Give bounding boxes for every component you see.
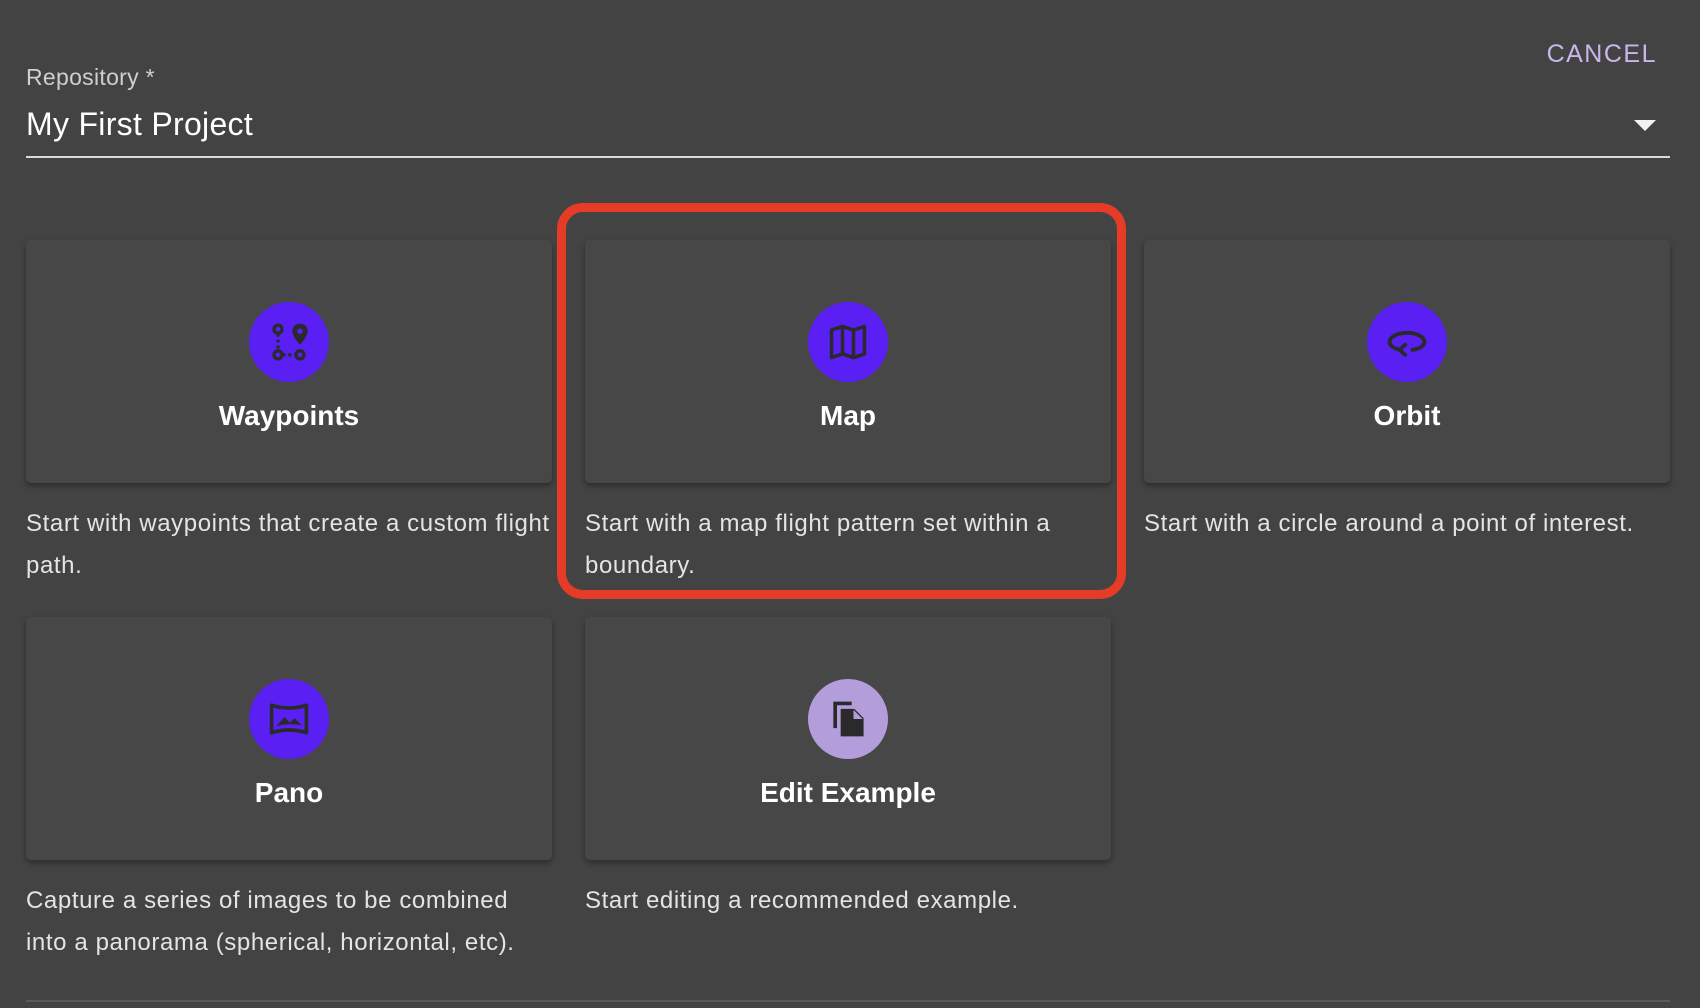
edit-example-card[interactable]: Edit Example (585, 617, 1111, 860)
bottom-divider (26, 1000, 1670, 1002)
map-title: Map (820, 400, 876, 431)
pano-card[interactable]: Pano (26, 617, 552, 860)
option-edit-example: Edit Example Start editing a recommended… (585, 617, 1111, 922)
waypoints-card[interactable]: Waypoints (26, 240, 552, 483)
pano-title: Pano (254, 777, 324, 808)
waypoints-description: Start with waypoints that create a custo… (26, 510, 550, 579)
copy-file-icon (808, 679, 888, 759)
orbit-title: Orbit (1373, 400, 1441, 431)
option-orbit: Orbit Start with a circle around a point… (1144, 240, 1670, 545)
repository-underline (26, 156, 1670, 158)
repository-label: Repository * (26, 64, 155, 90)
orbit-icon (1367, 302, 1447, 382)
waypoints-icon (249, 302, 329, 382)
option-pano: Pano Capture a series of images to be co… (26, 617, 552, 964)
create-mission-dialog: CANCEL Repository * My First Project Way… (0, 0, 1700, 1008)
waypoints-title: Waypoints (218, 400, 360, 431)
edit-example-title: Edit Example (760, 777, 936, 808)
orbit-description: Start with a circle around a point of in… (1144, 510, 1634, 537)
option-waypoints: Waypoints Start with waypoints that crea… (26, 240, 552, 587)
map-card[interactable]: Map (585, 240, 1111, 483)
map-icon (808, 302, 888, 382)
pano-description: Capture a series of images to be combine… (26, 887, 515, 956)
dropdown-arrow-icon[interactable] (1634, 120, 1656, 131)
orbit-card[interactable]: Orbit (1144, 240, 1670, 483)
repository-select[interactable]: Repository * My First Project (26, 62, 1670, 158)
panorama-icon (249, 679, 329, 759)
map-description: Start with a map flight pattern set with… (585, 510, 1051, 579)
repository-value[interactable]: My First Project (26, 106, 253, 143)
edit-example-description: Start editing a recommended example. (585, 887, 1019, 914)
option-map: Map Start with a map flight pattern set … (585, 240, 1111, 587)
